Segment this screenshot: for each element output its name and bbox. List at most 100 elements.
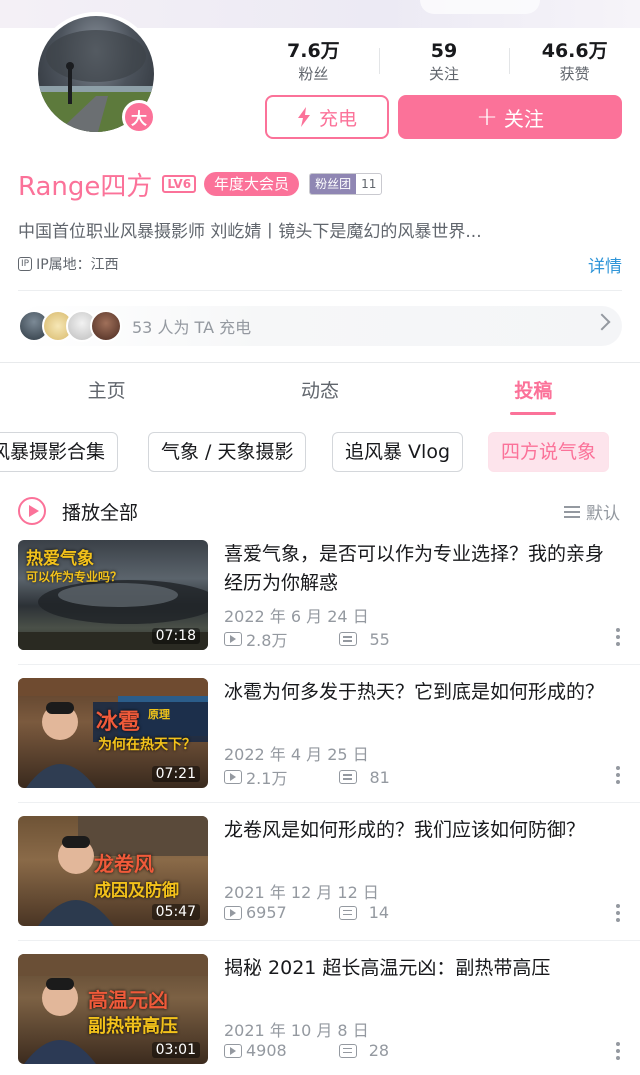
- level-badge: 大: [122, 100, 156, 134]
- sort-icon: [564, 505, 580, 518]
- play-count: 2.8万: [246, 631, 288, 650]
- charge-button[interactable]: 充电: [265, 95, 389, 139]
- play-all-button[interactable]: 播放全部: [62, 498, 138, 525]
- video-meta: 2.8万 55: [224, 627, 390, 651]
- thumbnail-caption: 龙卷风: [94, 852, 154, 876]
- thumbnail-caption: 高温元凶: [88, 988, 168, 1012]
- banner-glow: [420, 0, 540, 14]
- collection-chips: 风暴摄影合集 气象 / 天象摄影 追风暴 Vlog 四方说气象: [0, 432, 640, 472]
- stat-likes[interactable]: 46.6万 获赞: [509, 38, 640, 88]
- stat-following[interactable]: 59 关注: [378, 38, 510, 88]
- video-item[interactable]: 龙卷风 成因及防御 05:47 龙卷风是如何形成的？我们应该如何防御？ 2021…: [18, 816, 622, 926]
- username: Range四方: [18, 171, 153, 202]
- detail-link[interactable]: 详情: [588, 252, 622, 277]
- thumbnail-caption: 副热带高压: [88, 1016, 178, 1037]
- video-duration: 07:18: [151, 628, 200, 644]
- video-meta: 6957 14: [224, 903, 389, 922]
- thumbnail-caption: 冰雹: [96, 710, 141, 735]
- play-count-icon: [224, 770, 242, 784]
- charge-label: 充电: [318, 107, 357, 130]
- follow-button[interactable]: + 关注: [398, 95, 622, 139]
- danmaku-icon: [338, 1043, 357, 1058]
- video-date: 2021 年 10 月 8 日: [224, 1021, 369, 1040]
- stat-label: 粉丝: [298, 65, 329, 83]
- video-title[interactable]: 冰雹为何多发于热天？它到底是如何形成的？: [224, 678, 620, 707]
- user-bio: 中国首位职业风暴摄影师 刘屹婧丨镜头下是魔幻的风暴世界...: [18, 222, 482, 242]
- chip-storm-photography[interactable]: 风暴摄影合集: [0, 432, 119, 472]
- divider: [18, 290, 622, 291]
- supporter-avatars: [18, 310, 122, 342]
- fan-group-label: 粉丝团: [310, 174, 357, 194]
- charge-summary: 53 人为 TA 充电: [132, 318, 252, 337]
- vip-badge[interactable]: 年度大会员: [204, 172, 300, 196]
- stat-label: 获赞: [559, 65, 590, 83]
- more-options-icon[interactable]: [616, 1042, 620, 1060]
- fan-group-count: 11: [361, 177, 377, 191]
- ip-location-row: IP IP属地：江西: [18, 254, 119, 274]
- stat-fans[interactable]: 7.6万 粉丝: [248, 38, 379, 88]
- danmaku-icon: [339, 632, 358, 646]
- danmaku-count: 14: [368, 903, 390, 922]
- play-count: 6957: [246, 903, 287, 922]
- danmaku-icon: [339, 770, 358, 784]
- video-title[interactable]: 喜爱气象，是否可以作为专业选择？我的亲身经历为你解惑: [224, 540, 620, 598]
- stat-value: 7.6万: [287, 40, 340, 62]
- thumbnail-caption: 原理: [148, 708, 170, 721]
- tab-dynamics[interactable]: 动态: [213, 362, 426, 420]
- more-options-icon[interactable]: [616, 766, 620, 784]
- video-thumbnail[interactable]: 冰雹 原理 为何在热天下？ 07:21: [18, 678, 208, 788]
- video-item[interactable]: 冰雹 原理 为何在热天下？ 07:21 冰雹为何多发于热天？它到底是如何形成的？…: [18, 678, 622, 788]
- chip-weather-photography[interactable]: 气象 / 天象摄影: [148, 432, 307, 472]
- thumbnail-caption: 热爱气象: [26, 549, 94, 569]
- supporter-avatar: [90, 310, 122, 342]
- stat-value: 59: [430, 40, 458, 62]
- row-divider: [18, 802, 640, 803]
- danmaku-count: 81: [369, 767, 390, 787]
- thumbnail-caption: 成因及防御: [94, 881, 179, 901]
- sort-button[interactable]: 默认: [564, 499, 620, 524]
- danmaku-icon: [338, 905, 357, 920]
- video-thumbnail[interactable]: 热爱气象 可以作为专业吗？ 07:18: [18, 540, 208, 650]
- charge-supporters-row[interactable]: 53 人为 TA 充电: [18, 306, 622, 346]
- ip-icon: IP: [18, 257, 33, 271]
- play-count: 2.1万: [246, 769, 288, 788]
- more-options-icon[interactable]: [616, 904, 620, 922]
- video-meta: 2.1万 81: [224, 765, 390, 789]
- video-item[interactable]: 热爱气象 可以作为专业吗？ 07:18 喜爱气象，是否可以作为专业选择？我的亲身…: [18, 540, 622, 650]
- play-count-icon: [224, 1043, 242, 1058]
- video-title[interactable]: 龙卷风是如何形成的？我们应该如何防御？: [224, 816, 620, 845]
- video-date: 2021 年 12 月 12 日: [224, 883, 379, 902]
- video-date: 2022 年 6 月 24 日: [224, 607, 369, 626]
- chip-storm-vlog[interactable]: 追风暴 Vlog: [332, 432, 464, 472]
- sort-label: 默认: [586, 504, 620, 524]
- video-thumbnail[interactable]: 高温元凶 副热带高压 03:01: [18, 954, 208, 1064]
- video-duration: 03:01: [151, 1042, 200, 1058]
- plus-icon: +: [476, 102, 498, 132]
- fan-group-badge[interactable]: 粉丝团 11: [309, 173, 383, 195]
- stat-value: 46.6万: [541, 40, 608, 62]
- video-duration: 07:21: [151, 766, 200, 782]
- thumbnail-caption: 可以作为专业吗？: [26, 570, 123, 584]
- name-row: Range四方 LV6 年度大会员 粉丝团 11: [18, 166, 383, 202]
- play-all-row: 播放全部 默认: [18, 495, 622, 527]
- video-thumbnail[interactable]: 龙卷风 成因及防御 05:47: [18, 816, 208, 926]
- video-date: 2022 年 4 月 25 日: [224, 745, 369, 764]
- more-options-icon[interactable]: [616, 628, 620, 646]
- play-all-icon[interactable]: [18, 497, 46, 525]
- tab-home[interactable]: 主页: [0, 362, 213, 420]
- ip-location: IP属地：江西: [36, 257, 119, 273]
- tab-uploads[interactable]: 投稿: [427, 362, 640, 420]
- row-divider: [18, 664, 640, 665]
- video-item[interactable]: 高温元凶 副热带高压 03:01 揭秘 2021 超长高温元凶：副热带高压 20…: [18, 954, 622, 1064]
- video-title[interactable]: 揭秘 2021 超长高温元凶：副热带高压: [224, 954, 620, 983]
- thumbnail-caption: 为何在热天下？: [98, 737, 196, 753]
- lightning-icon: [297, 107, 310, 127]
- danmaku-count: 28: [368, 1041, 390, 1060]
- danmaku-count: 55: [369, 629, 390, 649]
- play-count: 4908: [246, 1041, 287, 1060]
- profile-tabs: 主页 动态 投稿: [0, 362, 640, 420]
- chip-sifang-weather[interactable]: 四方说气象: [488, 432, 610, 472]
- stat-label: 关注: [429, 65, 460, 83]
- play-count-icon: [224, 632, 242, 646]
- user-level-tag: LV6: [162, 175, 197, 193]
